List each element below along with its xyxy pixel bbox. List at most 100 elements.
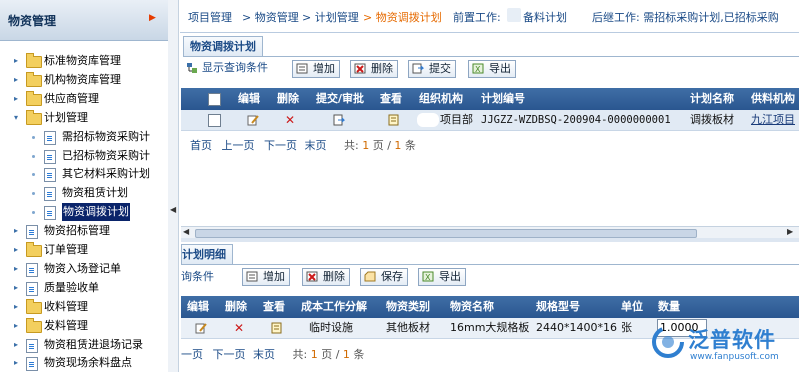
sidebar-item[interactable]: 已招标物资采购计 — [0, 147, 166, 165]
dcol-cost[interactable]: 成本工作分解 — [301, 296, 367, 318]
sidebar-header: 物资管理 ▶ — [0, 0, 168, 41]
breadcrumb: 项目管理 > 物资管理 > 计划管理 > 物资调拨计划 前置工作: 备料计划 后… — [180, 0, 799, 33]
col-edit[interactable]: 编辑 — [238, 88, 260, 110]
export-button[interactable]: X 导出 — [468, 60, 516, 78]
splitter[interactable] — [181, 238, 799, 242]
dpager-count-label: 条 — [353, 348, 365, 361]
document-icon — [26, 225, 38, 240]
delete-button[interactable]: 删除 — [350, 60, 398, 78]
scroll-left-icon[interactable]: ◀ — [183, 227, 189, 236]
prev-work-value[interactable]: 备料计划 — [523, 9, 567, 25]
col-delete[interactable]: 删除 — [277, 88, 299, 110]
dpager-first[interactable]: 一页 — [181, 348, 203, 361]
next-work[interactable]: 后继工作: 需招标采购计划,已招标采购 — [592, 9, 779, 25]
sidebar-item[interactable]: ▸ 订单管理 — [0, 241, 166, 259]
row-checkbox[interactable] — [208, 114, 221, 127]
expand-icon[interactable]: ▸ — [14, 222, 22, 240]
view-row-icon[interactable] — [388, 114, 400, 126]
sidebar-item-label: 订单管理 — [44, 243, 88, 256]
dpager-page-sep: 页 / — [321, 348, 340, 361]
save-button[interactable]: 保存 — [360, 268, 408, 286]
dcol-view[interactable]: 查看 — [263, 296, 285, 318]
dpager-prev[interactable]: 下一页 — [213, 348, 246, 361]
pager-first[interactable]: 首页 — [190, 139, 212, 152]
logo-url: www.fanpusoft.com — [690, 352, 779, 362]
pager-next[interactable]: 下一页 — [264, 139, 297, 152]
sidebar-item[interactable]: 其它材料采购计划 — [0, 165, 166, 183]
sidebar-item[interactable]: ▾ 计划管理 — [0, 109, 166, 127]
sidebar-item-label: 物资入场登记单 — [44, 261, 121, 275]
sidebar-item[interactable]: ▸ 收料管理 — [0, 298, 166, 316]
detail-export-button[interactable]: X 导出 — [418, 268, 466, 286]
detail-delete-button[interactable]: 删除 — [302, 268, 350, 286]
expand-icon[interactable]: ▸ — [14, 52, 22, 70]
folder-icon — [26, 109, 42, 125]
sidebar-item[interactable]: 物资租赁计划 — [0, 184, 166, 202]
sidebar-item[interactable]: ▸ 质量验收单 — [0, 279, 166, 297]
sidebar-item[interactable]: ▸ 发料管理 — [0, 317, 166, 335]
detail-delete-row-icon[interactable]: ✕ — [234, 318, 244, 338]
sidebar-item[interactable]: 物资调拨计划 — [0, 203, 166, 222]
detail-category: 其他板材 — [386, 321, 430, 334]
submit-button[interactable]: 提交 — [408, 60, 456, 78]
add-button[interactable]: 增加 — [292, 60, 340, 78]
document-icon — [44, 187, 56, 202]
delete-row-icon[interactable]: ✕ — [285, 110, 295, 130]
sidebar-item[interactable]: ▸ 物资现场余料盘点 — [0, 354, 166, 372]
expand-icon[interactable]: ▸ — [14, 336, 22, 354]
dcol-category[interactable]: 物资类别 — [386, 296, 430, 318]
expand-icon[interactable]: ▸ — [14, 241, 22, 259]
col-submit[interactable]: 提交/审批 — [316, 88, 364, 110]
collapse-icon[interactable]: ▾ — [14, 109, 22, 127]
sidebar-item[interactable]: ▸ 物资租赁进退场记录 — [0, 336, 166, 354]
crumb-project[interactable]: 项目管理 — [188, 9, 232, 25]
dcol-qty[interactable]: 数量 — [658, 296, 680, 318]
dcol-unit[interactable]: 单位 — [621, 296, 643, 318]
col-plan-no[interactable]: 计划编号 — [481, 88, 525, 110]
col-view[interactable]: 查看 — [380, 88, 402, 110]
detail-view-icon[interactable] — [271, 322, 283, 334]
expand-icon[interactable]: ▸ — [14, 317, 22, 335]
col-org[interactable]: 组织机构 — [419, 88, 463, 110]
lower-query-label[interactable]: 询条件 — [181, 268, 214, 284]
expand-icon[interactable]: ▸ — [14, 90, 22, 108]
sidebar-item[interactable]: ▸ 机构物资库管理 — [0, 71, 166, 89]
pager-prev[interactable]: 上一页 — [222, 139, 255, 152]
crumb-material[interactable]: > 物资管理 — [242, 9, 299, 25]
sidebar-item[interactable]: ▸ 物资入场登记单 — [0, 260, 166, 278]
sidebar-item[interactable]: ▸ 物资招标管理 — [0, 222, 166, 240]
dcol-name[interactable]: 物资名称 — [450, 296, 494, 318]
expand-icon[interactable]: ▸ — [14, 279, 22, 297]
detail-add-button[interactable]: 增加 — [242, 268, 290, 286]
upper-hscrollbar[interactable]: ◀ ▶ — [181, 226, 799, 238]
detail-edit-icon[interactable] — [195, 322, 207, 334]
dcol-delete[interactable]: 删除 — [225, 296, 247, 318]
pager-last[interactable]: 末页 — [305, 139, 327, 152]
pager-total-pages: 1 — [394, 139, 402, 152]
row-supplier-link[interactable]: 九江项目 — [751, 110, 795, 130]
dpager-last[interactable]: 末页 — [253, 348, 275, 361]
crumb-plan[interactable]: > 计划管理 — [302, 9, 359, 25]
dcol-edit[interactable]: 编辑 — [187, 296, 209, 318]
collapse-arrow-icon[interactable]: ▶ — [149, 13, 156, 23]
expand-icon[interactable]: ▸ — [14, 354, 22, 372]
edit-icon[interactable] — [247, 114, 259, 126]
col-plan-name[interactable]: 计划名称 — [690, 88, 734, 110]
tab-plan-detail[interactable]: 计划明细 — [181, 244, 233, 265]
sidebar-item[interactable]: ▸ 供应商管理 — [0, 90, 166, 108]
table-row[interactable]: ✕ 项目部 JJGZZ-WZDBSQ-200904-0000000001 调拨板… — [181, 110, 799, 131]
sidebar-collapse-icon[interactable]: ◀ — [170, 205, 176, 214]
expand-icon[interactable]: ▸ — [14, 71, 22, 89]
upper-scroll-thumb[interactable] — [195, 229, 697, 238]
col-supplier[interactable]: 供料机构 — [751, 88, 795, 110]
expand-icon[interactable]: ▸ — [14, 260, 22, 278]
dcol-spec[interactable]: 规格型号 — [536, 296, 580, 318]
expand-icon[interactable]: ▸ — [14, 298, 22, 316]
submit-row-icon[interactable] — [333, 114, 346, 126]
sidebar-item[interactable]: ▸ 标准物资库管理 — [0, 52, 166, 70]
select-all-checkbox[interactable] — [208, 93, 221, 106]
sidebar-scrollbar[interactable] — [168, 0, 179, 372]
tab-transfer-plan[interactable]: 物资调拨计划 — [183, 36, 263, 57]
sidebar-item[interactable]: 需招标物资采购计 — [0, 128, 166, 146]
scroll-right-icon[interactable]: ▶ — [787, 227, 793, 236]
